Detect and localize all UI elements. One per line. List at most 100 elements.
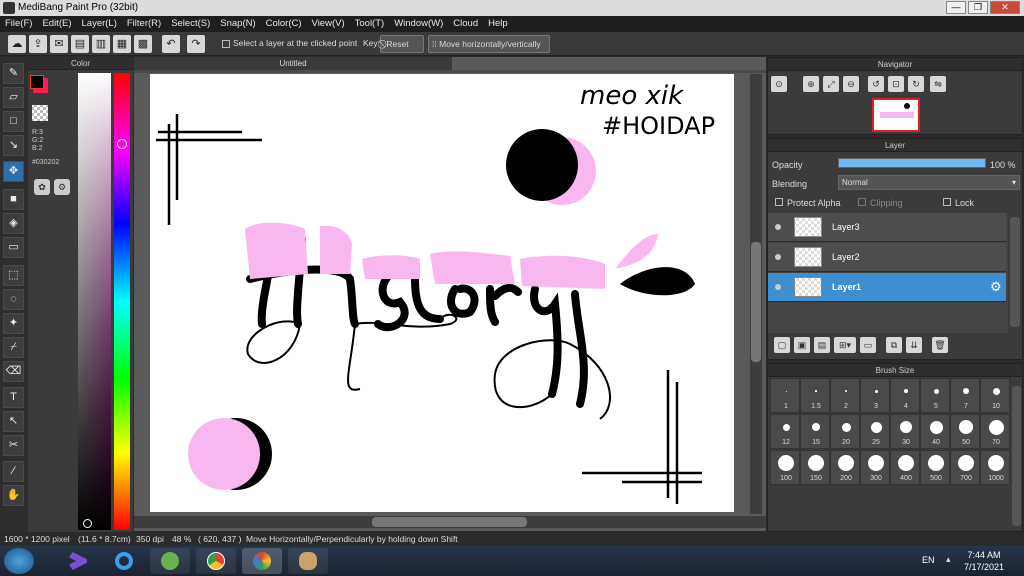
document-icon[interactable]: ▥: [92, 35, 110, 53]
add-layer-menu-icon[interactable]: ⊞▾: [834, 337, 856, 353]
brush-size-cell[interactable]: 150: [800, 450, 830, 485]
menu-select[interactable]: Select(S): [166, 16, 215, 32]
opacity-slider[interactable]: [838, 158, 986, 168]
reset-rotation-icon[interactable]: ⊡: [888, 76, 904, 92]
layer-settings-icon[interactable]: ⚙: [990, 279, 1002, 295]
move-tool-icon[interactable]: ✥: [3, 161, 24, 182]
menu-view[interactable]: View(V): [307, 16, 350, 32]
comment-icon[interactable]: ✉: [50, 35, 68, 53]
saturation-area[interactable]: [78, 73, 111, 530]
dot-tool-icon[interactable]: □: [3, 111, 24, 132]
visual-studio-icon[interactable]: [58, 548, 98, 574]
new-layer-icon[interactable]: ▢: [774, 337, 790, 353]
clock-time[interactable]: 7:44 AM: [962, 550, 1006, 560]
rotate-right-icon[interactable]: ↻: [908, 76, 924, 92]
medibang-icon[interactable]: [242, 548, 282, 574]
blending-select[interactable]: Normal ▾: [838, 175, 1020, 190]
duplicate-layer-icon[interactable]: ⧉: [886, 337, 902, 353]
layer-row[interactable]: Layer3: [768, 213, 1006, 242]
rotate-left-icon[interactable]: ↺: [868, 76, 884, 92]
cloud-icon[interactable]: ☁: [8, 35, 26, 53]
brush-size-scrollbar[interactable]: [1012, 386, 1021, 526]
saturation-picker[interactable]: [83, 519, 92, 528]
menu-snap[interactable]: Snap(N): [215, 16, 260, 32]
zoom-in-icon[interactable]: ⊕: [803, 76, 819, 92]
eraser-tool-icon[interactable]: ▱: [3, 87, 24, 108]
internet-explorer-icon[interactable]: [104, 548, 144, 574]
brush-size-cell[interactable]: 30: [890, 414, 920, 449]
brush-size-cell[interactable]: 15: [800, 414, 830, 449]
delete-layer-icon[interactable]: 🗑: [932, 337, 948, 353]
brush-size-cell[interactable]: 3: [860, 378, 890, 413]
zoom-out-icon[interactable]: ⊖: [843, 76, 859, 92]
coccoc-browser-icon[interactable]: [150, 548, 190, 574]
brush-size-cell[interactable]: 700: [950, 450, 980, 485]
zoom-fit-icon[interactable]: ⊙: [771, 76, 787, 92]
start-button-icon[interactable]: [4, 548, 34, 574]
menu-tool[interactable]: Tool(T): [350, 16, 390, 32]
brush-size-cell[interactable]: 70: [980, 414, 1010, 449]
reset-button[interactable]: ⃠ Reset: [380, 35, 424, 53]
new-1bit-layer-icon[interactable]: ▤: [814, 337, 830, 353]
protect-alpha-checkbox[interactable]: [775, 198, 783, 206]
select-eraser-icon[interactable]: ⌫: [3, 361, 24, 382]
tiles-icon[interactable]: ▩: [134, 35, 152, 53]
clock-date[interactable]: 7/17/2021: [962, 562, 1006, 572]
transparent-swatch[interactable]: [32, 105, 48, 121]
select-pen-icon[interactable]: ⌿: [3, 337, 24, 358]
menu-file[interactable]: File(F): [0, 16, 37, 32]
tray-arrow-icon[interactable]: ▴: [946, 554, 951, 565]
brush-size-cell[interactable]: 12: [770, 414, 800, 449]
flip-icon[interactable]: ⇋: [930, 76, 946, 92]
layer-row[interactable]: Layer1 ⚙: [768, 273, 1006, 302]
divide-tool-icon[interactable]: ✂: [3, 435, 24, 456]
undo-icon[interactable]: ↶: [162, 35, 180, 53]
menu-edit[interactable]: Edit(E): [37, 16, 76, 32]
chrome-icon[interactable]: [196, 548, 236, 574]
text-tool-icon[interactable]: T: [3, 387, 24, 408]
select-rect-tool-icon[interactable]: ⬚: [3, 265, 24, 286]
brush-size-cell[interactable]: 1000: [980, 450, 1010, 485]
eye-icon[interactable]: [775, 284, 781, 290]
palette-settings-icon[interactable]: ⚙: [54, 179, 70, 195]
menu-filter[interactable]: Filter(R): [122, 16, 166, 32]
paint-icon[interactable]: [288, 548, 328, 574]
redo-icon[interactable]: ↷: [187, 35, 205, 53]
foreground-color-swatch[interactable]: [30, 75, 44, 89]
horizontal-scrollbar[interactable]: [134, 516, 766, 528]
brush-size-cell[interactable]: 40: [920, 414, 950, 449]
menu-window[interactable]: Window(W): [389, 16, 448, 32]
lasso-tool-icon[interactable]: ◌: [3, 289, 24, 310]
brush-size-cell[interactable]: 1.5: [800, 378, 830, 413]
menu-cloud[interactable]: Cloud: [448, 16, 483, 32]
fill-rect-tool-icon[interactable]: ■: [3, 189, 24, 210]
horizontal-scroll-thumb[interactable]: [372, 517, 527, 527]
layer-scrollbar[interactable]: [1010, 217, 1020, 327]
menu-color[interactable]: Color(C): [261, 16, 307, 32]
bucket-tool-icon[interactable]: ◈: [3, 213, 24, 234]
move-hv-button[interactable]: ⁞⁞ Move horizontally/vertically: [428, 35, 550, 53]
clipping-checkbox[interactable]: [858, 198, 866, 206]
brush-size-cell[interactable]: 2: [830, 378, 860, 413]
brush-size-cell[interactable]: 400: [890, 450, 920, 485]
brush-size-cell[interactable]: 100: [770, 450, 800, 485]
brush-size-cell[interactable]: 5: [920, 378, 950, 413]
brush-size-cell[interactable]: 10: [980, 378, 1010, 413]
select-layer-checkbox[interactable]: [222, 40, 230, 48]
operation-tool-icon[interactable]: ↖: [3, 411, 24, 432]
gradient-tool-icon[interactable]: ▭: [3, 237, 24, 258]
maximize-button[interactable]: ❐: [968, 1, 988, 14]
hue-slider[interactable]: [114, 73, 130, 530]
palette-icon[interactable]: ✿: [34, 179, 50, 195]
canvas-tab[interactable]: Untitled: [134, 57, 452, 70]
menu-help[interactable]: Help: [483, 16, 513, 32]
navigator-thumbnail[interactable]: [872, 98, 920, 132]
brush-size-cell[interactable]: 7: [950, 378, 980, 413]
brush-size-cell[interactable]: 50: [950, 414, 980, 449]
vertical-scroll-thumb[interactable]: [751, 242, 761, 362]
hand-tool-icon[interactable]: ✋: [3, 485, 24, 506]
lock-checkbox[interactable]: [943, 198, 951, 206]
minimize-button[interactable]: —: [946, 1, 966, 14]
brush-size-cell[interactable]: 1: [770, 378, 800, 413]
note-icon[interactable]: ▤: [71, 35, 89, 53]
